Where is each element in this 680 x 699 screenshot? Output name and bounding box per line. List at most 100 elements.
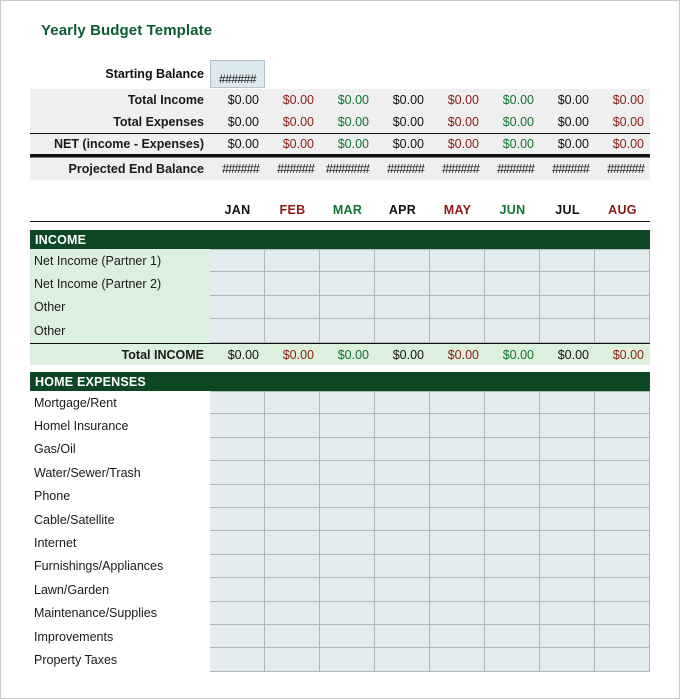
expense-entry-cell[interactable]	[540, 437, 595, 462]
expense-entry-cell[interactable]	[265, 601, 320, 625]
expense-entry-cell[interactable]	[210, 391, 265, 415]
income-entry-cell[interactable]	[595, 272, 650, 296]
expense-entry-cell[interactable]	[320, 391, 375, 415]
expense-entry-cell[interactable]	[540, 601, 595, 625]
income-entry-cell[interactable]	[265, 295, 320, 320]
expense-entry-cell[interactable]	[375, 461, 430, 485]
income-entry-cell[interactable]	[320, 249, 375, 273]
expense-entry-cell[interactable]	[540, 554, 595, 579]
expense-entry-cell[interactable]	[375, 484, 430, 508]
income-entry-cell[interactable]	[540, 319, 595, 343]
expense-entry-cell[interactable]	[485, 601, 540, 625]
expense-entry-cell[interactable]	[375, 624, 430, 649]
expense-entry-cell[interactable]	[485, 484, 540, 508]
expense-entry-cell[interactable]	[485, 507, 540, 532]
income-entry-cell[interactable]	[210, 295, 265, 320]
income-entry-cell[interactable]	[485, 272, 540, 296]
expense-entry-cell[interactable]	[265, 578, 320, 602]
expense-entry-cell[interactable]	[320, 461, 375, 485]
income-entry-cell[interactable]	[375, 319, 430, 343]
expense-entry-cell[interactable]	[265, 437, 320, 462]
expense-entry-cell[interactable]	[430, 624, 485, 649]
expense-entry-cell[interactable]	[210, 601, 265, 625]
expense-entry-cell[interactable]	[265, 507, 320, 532]
income-entry-cell[interactable]	[430, 272, 485, 296]
expense-entry-cell[interactable]	[320, 554, 375, 579]
expense-entry-cell[interactable]	[375, 601, 430, 625]
expense-entry-cell[interactable]	[210, 578, 265, 602]
expense-entry-cell[interactable]	[265, 648, 320, 672]
expense-entry-cell[interactable]	[595, 461, 650, 485]
expense-entry-cell[interactable]	[485, 624, 540, 649]
expense-entry-cell[interactable]	[430, 391, 485, 415]
expense-entry-cell[interactable]	[595, 391, 650, 415]
expense-entry-cell[interactable]	[540, 507, 595, 532]
expense-entry-cell[interactable]	[430, 648, 485, 672]
expense-entry-cell[interactable]	[540, 531, 595, 555]
income-entry-cell[interactable]	[210, 319, 265, 343]
expense-entry-cell[interactable]	[210, 507, 265, 532]
expense-entry-cell[interactable]	[485, 391, 540, 415]
expense-entry-cell[interactable]	[430, 578, 485, 602]
income-entry-cell[interactable]	[595, 249, 650, 273]
income-entry-cell[interactable]	[540, 295, 595, 320]
income-entry-cell[interactable]	[540, 249, 595, 273]
expense-entry-cell[interactable]	[375, 531, 430, 555]
expense-entry-cell[interactable]	[485, 531, 540, 555]
income-entry-cell[interactable]	[595, 319, 650, 343]
income-entry-cell[interactable]	[265, 272, 320, 296]
expense-entry-cell[interactable]	[430, 484, 485, 508]
expense-entry-cell[interactable]	[320, 648, 375, 672]
expense-entry-cell[interactable]	[210, 531, 265, 555]
income-entry-cell[interactable]	[430, 319, 485, 343]
expense-entry-cell[interactable]	[430, 437, 485, 462]
income-entry-cell[interactable]	[485, 295, 540, 320]
expense-entry-cell[interactable]	[540, 648, 595, 672]
expense-entry-cell[interactable]	[595, 554, 650, 579]
expense-entry-cell[interactable]	[595, 437, 650, 462]
expense-entry-cell[interactable]	[595, 507, 650, 532]
expense-entry-cell[interactable]	[265, 391, 320, 415]
expense-entry-cell[interactable]	[595, 531, 650, 555]
expense-entry-cell[interactable]	[540, 624, 595, 649]
expense-entry-cell[interactable]	[595, 484, 650, 508]
income-entry-cell[interactable]	[485, 319, 540, 343]
income-entry-cell[interactable]	[265, 319, 320, 343]
income-entry-cell[interactable]	[320, 295, 375, 320]
expense-entry-cell[interactable]	[265, 484, 320, 508]
expense-entry-cell[interactable]	[210, 461, 265, 485]
expense-entry-cell[interactable]	[595, 601, 650, 625]
expense-entry-cell[interactable]	[430, 507, 485, 532]
income-entry-cell[interactable]	[375, 272, 430, 296]
expense-entry-cell[interactable]	[375, 554, 430, 579]
expense-entry-cell[interactable]	[595, 648, 650, 672]
expense-entry-cell[interactable]	[375, 391, 430, 415]
income-entry-cell[interactable]	[320, 319, 375, 343]
expense-entry-cell[interactable]	[485, 414, 540, 438]
expense-entry-cell[interactable]	[210, 484, 265, 508]
expense-entry-cell[interactable]	[540, 578, 595, 602]
income-entry-cell[interactable]	[210, 249, 265, 273]
expense-entry-cell[interactable]	[595, 414, 650, 438]
expense-entry-cell[interactable]	[320, 414, 375, 438]
expense-entry-cell[interactable]	[540, 414, 595, 438]
income-entry-cell[interactable]	[320, 272, 375, 296]
expense-entry-cell[interactable]	[375, 437, 430, 462]
income-entry-cell[interactable]	[540, 272, 595, 296]
income-entry-cell[interactable]	[430, 249, 485, 273]
expense-entry-cell[interactable]	[540, 461, 595, 485]
expense-entry-cell[interactable]	[210, 414, 265, 438]
expense-entry-cell[interactable]	[485, 554, 540, 579]
income-entry-cell[interactable]	[430, 295, 485, 320]
income-entry-cell[interactable]	[210, 272, 265, 296]
expense-entry-cell[interactable]	[265, 414, 320, 438]
expense-entry-cell[interactable]	[595, 578, 650, 602]
expense-entry-cell[interactable]	[430, 531, 485, 555]
income-entry-cell[interactable]	[375, 295, 430, 320]
expense-entry-cell[interactable]	[320, 624, 375, 649]
income-entry-cell[interactable]	[485, 249, 540, 273]
expense-entry-cell[interactable]	[320, 578, 375, 602]
expense-entry-cell[interactable]	[375, 507, 430, 532]
expense-entry-cell[interactable]	[265, 461, 320, 485]
expense-entry-cell[interactable]	[430, 601, 485, 625]
